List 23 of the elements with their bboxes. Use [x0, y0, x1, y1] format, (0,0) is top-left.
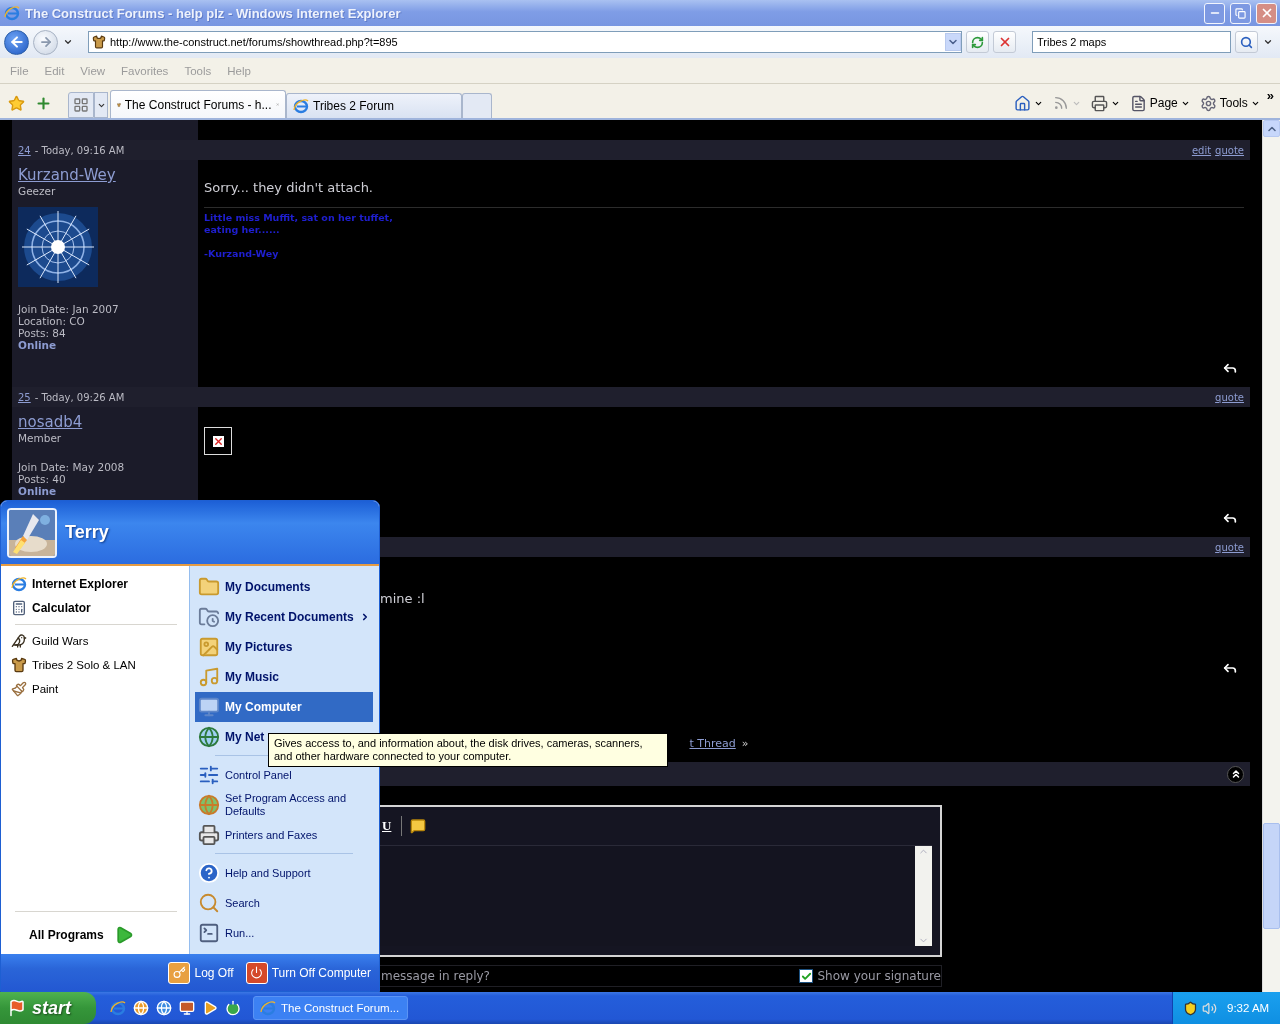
- post-message: mine :l: [380, 591, 426, 606]
- user-rank: Geezer: [18, 185, 57, 198]
- user-detail: Location: CO: [18, 315, 86, 327]
- online-status: Online: [18, 485, 58, 497]
- arrow-text: »: [741, 737, 749, 750]
- user-detail: Join Date: May 2008: [18, 461, 126, 473]
- window-title: The Construct Forums - help plz - Windows Internet Explorer: [25, 5, 402, 21]
- user-detail: Posts: 40: [18, 473, 67, 485]
- post-date: - Today, 09:26 AM: [34, 391, 125, 403]
- checkbox-label: Show your signature: [817, 969, 941, 983]
- signature-line: Little miss Muffit, sat on her tuffet,: [204, 212, 394, 224]
- user-rank: Member: [18, 432, 63, 445]
- signature-name: -Kurzand-Wey: [204, 248, 280, 260]
- quote-question: message in reply?: [381, 969, 490, 983]
- user-detail: Posts: 84: [18, 327, 67, 339]
- signature-line: eating her......: [204, 224, 281, 236]
- online-status: Online: [18, 339, 58, 351]
- post-message: Sorry... they didn't attach.: [204, 180, 374, 195]
- post-date: - Today, 09:16 AM: [34, 144, 125, 156]
- user-name: Terry: [65, 522, 109, 543]
- user-detail: Join Date: Jan 2007: [18, 303, 120, 315]
- tooltip: Gives access to, and information about, the disk drives, cameras, scanners, and other hardware connected to your computer.: [268, 733, 668, 767]
- clock: 9:32 AM: [1227, 1002, 1270, 1014]
